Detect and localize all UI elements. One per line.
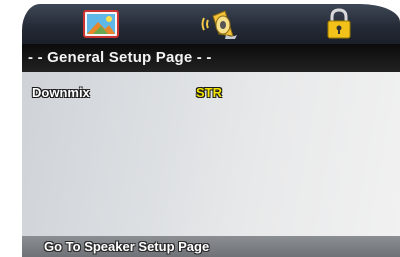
status-bar: Go To Speaker Setup Page xyxy=(22,236,400,257)
preferences-lock-icon[interactable] xyxy=(319,8,359,40)
status-hint: Go To Speaker Setup Page xyxy=(44,239,210,254)
settings-panel: Downmix STR xyxy=(22,72,400,236)
page-title-bar: - - General Setup Page - - xyxy=(22,44,400,72)
speaker-setup-icon[interactable] xyxy=(199,8,239,40)
downmix-value[interactable]: STR xyxy=(196,85,222,100)
dvd-setup-menu: - - General Setup Page - - Downmix STR G… xyxy=(22,4,400,257)
downmix-label[interactable]: Downmix xyxy=(32,85,90,100)
general-setup-icon[interactable] xyxy=(81,8,121,40)
page-title: - - General Setup Page - - xyxy=(28,49,212,66)
setup-tab-bar xyxy=(22,4,400,44)
